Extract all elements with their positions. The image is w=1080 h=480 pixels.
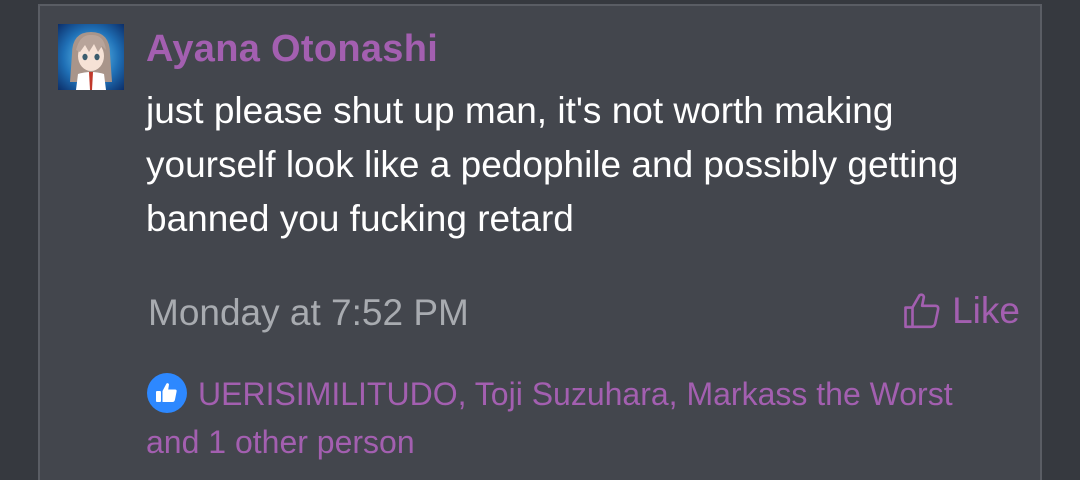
like-button[interactable]: Like <box>902 290 1020 332</box>
thumbs-up-badge-icon <box>147 373 187 413</box>
author-name[interactable]: Ayana Otonashi <box>146 28 438 71</box>
page: Ayana Otonashi just please shut up man, … <box>0 0 1080 480</box>
avatar-image <box>58 24 124 90</box>
post-card: Ayana Otonashi just please shut up man, … <box>38 4 1042 480</box>
reactions-list[interactable]: UERISIMILITUDO, Toji Suzuhara, Markass t… <box>146 370 1006 466</box>
post-timestamp[interactable]: Monday at 7:52 PM <box>148 292 469 334</box>
thumbs-up-outline-icon <box>904 293 940 329</box>
like-label: Like <box>952 290 1020 331</box>
message-body: just please shut up man, it's not worth … <box>146 90 959 239</box>
avatar[interactable] <box>58 24 124 90</box>
reactions-text: UERISIMILITUDO, Toji Suzuhara, Markass t… <box>146 376 953 460</box>
